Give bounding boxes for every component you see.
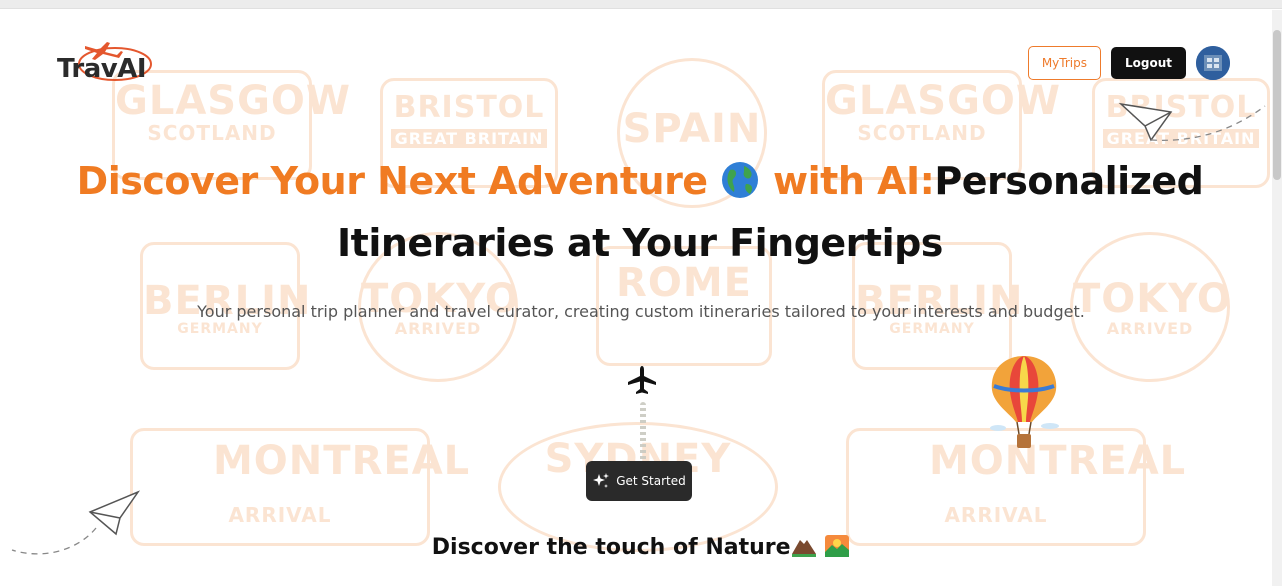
hero-title-with-ai: with AI: — [760, 159, 935, 203]
stamp-montreal: MONTREAL ARRIVAL — [130, 428, 469, 546]
hero-subtitle: Your personal trip planner and travel cu… — [197, 302, 1085, 321]
travai-logo[interactable]: TravAI — [55, 36, 155, 86]
hero-title: Discover Your Next Adventure with AI:Per… — [40, 150, 1240, 274]
sparkle-icon — [593, 473, 610, 488]
landscape-icon — [825, 535, 850, 557]
nature-section-title: Discover the touch of Nature — [0, 534, 1282, 560]
top-nav: MyTrips Logout — [1027, 46, 1230, 80]
browser-top-edge — [0, 0, 1282, 9]
user-avatar[interactable] — [1196, 46, 1230, 80]
get-started-label: Get Started — [616, 474, 686, 488]
scrollbar-thumb[interactable] — [1273, 30, 1281, 180]
nature-section-title-text: Discover the touch of Nature — [431, 535, 791, 560]
paper-plane-top-icon — [1118, 102, 1266, 142]
get-started-button[interactable]: Get Started — [586, 461, 692, 501]
logo-text: TravAI — [57, 54, 147, 84]
mountain-icon — [791, 540, 816, 557]
plane-trail — [640, 402, 646, 464]
page-scrollbar[interactable] — [1272, 10, 1282, 586]
hero-title-highlight: Discover Your Next Adventure — [76, 159, 708, 203]
my-trips-button[interactable]: MyTrips — [1027, 46, 1101, 80]
avatar-image-icon — [1196, 46, 1230, 80]
airplane-icon — [628, 366, 656, 394]
globe-icon — [722, 162, 759, 198]
hot-air-balloon-icon — [990, 356, 1059, 448]
logout-button[interactable]: Logout — [1110, 47, 1186, 79]
